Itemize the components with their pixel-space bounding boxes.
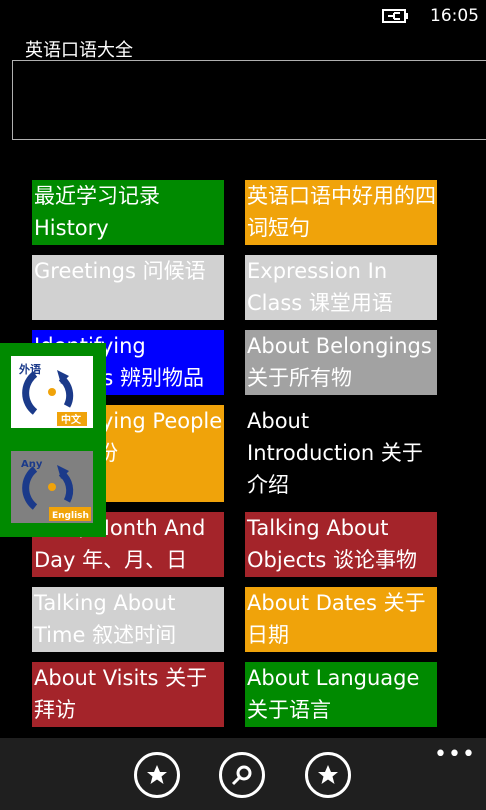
favorite-button[interactable]: [134, 752, 180, 798]
language-switch-panel: 外语 中文 Any English: [0, 343, 106, 537]
lang-top-label: 外语: [18, 362, 41, 376]
tile-talking-about-objects[interactable]: Talking About Objects 谈论事物: [245, 512, 437, 577]
tile-four-word-phrases[interactable]: 英语口语中好用的四词短句: [245, 180, 437, 245]
star-icon: [147, 765, 167, 784]
tile-about-language[interactable]: About Language 关于语言: [245, 662, 437, 727]
tile-about-visits[interactable]: About Visits 关于拜访: [32, 662, 224, 727]
tile-talking-about-time[interactable]: Talking About Time 叙述时间: [32, 587, 224, 652]
favorites-list-button[interactable]: [305, 752, 351, 798]
search-button[interactable]: [219, 752, 265, 798]
more-menu-button[interactable]: •••: [434, 742, 476, 767]
tile-greetings[interactable]: Greetings 问候语: [32, 255, 224, 320]
tile-about-introduction[interactable]: About Introduction 关于介绍: [245, 405, 437, 502]
status-bar: 16:05: [0, 0, 486, 34]
any-to-english-button[interactable]: Any English: [11, 451, 93, 523]
battery-charging-icon: [382, 9, 408, 23]
tile-history[interactable]: 最近学习记录 History: [32, 180, 224, 245]
lang-bottom-label: English: [52, 511, 89, 521]
tile-expression-in-class[interactable]: Expression In Class 课堂用语: [245, 255, 437, 320]
app-bar: •••: [0, 738, 486, 810]
foreign-to-chinese-button[interactable]: 外语 中文: [11, 356, 93, 428]
lang-top-label: Any: [21, 459, 43, 470]
clock: 16:05: [430, 6, 479, 26]
tile-about-belongings[interactable]: About Belongings 关于所有物: [245, 330, 437, 395]
lang-bottom-label: 中文: [61, 413, 82, 426]
tile-about-dates[interactable]: About Dates 关于日期: [245, 587, 437, 652]
search-icon: [231, 765, 252, 786]
search-input[interactable]: [12, 60, 486, 140]
app-title: 英语口语大全: [25, 40, 133, 61]
star-icon: [318, 765, 338, 784]
